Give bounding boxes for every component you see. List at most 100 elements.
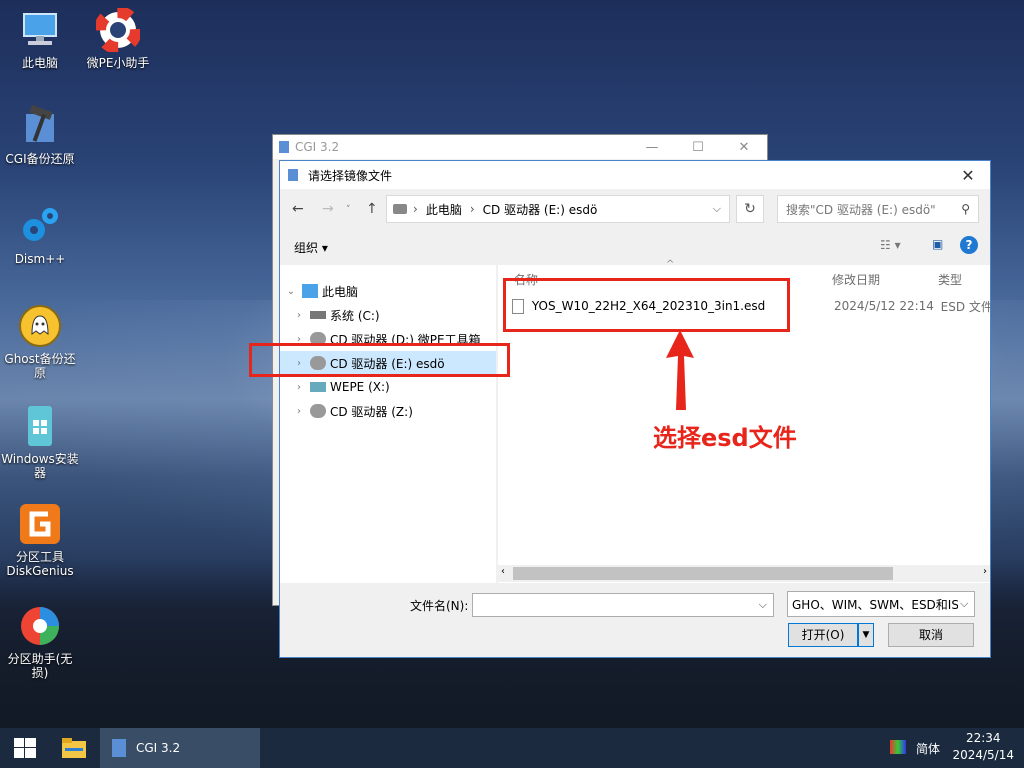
clock-time: 22:34 (965, 731, 1001, 745)
cgi-hammer-icon (26, 104, 54, 142)
tree-item-label: WEPE (X:) (330, 380, 390, 394)
filename-dropdown-icon[interactable]: ⌵ (759, 598, 767, 612)
tray-clock[interactable]: 22:34 2024/5/14 (952, 730, 1014, 764)
column-header-modified[interactable]: 修改日期 (832, 271, 880, 288)
tree-item-label: 此电脑 (322, 284, 359, 299)
navigation-bar: ← → ˅ ↑ › 此电脑 › CD 驱动器 (E:) esdö ⌵ ↻ 搜索"… (280, 191, 990, 227)
organize-menu[interactable]: 组织 ▾ (294, 239, 328, 256)
open-button[interactable]: 打开(O) (788, 623, 858, 647)
desktop-icon-label: Ghost备份还原 (4, 352, 76, 380)
close-button[interactable]: ✕ (721, 140, 767, 155)
cd-drive-icon (310, 404, 326, 418)
cd-drive-icon (393, 204, 407, 214)
annotation-arrow (666, 330, 694, 410)
navigation-tree: ⌄ 此电脑 › 系统 (C:) › CD 驱动器 (D:) 微PE工具箱 › C… (280, 265, 496, 583)
organize-label: 组织 (294, 241, 319, 255)
desktop-icon-partition-assistant[interactable]: 分区助手(无损) (0, 604, 80, 680)
dialog-app-icon (288, 169, 298, 181)
drive-icon (310, 311, 326, 319)
minimize-button[interactable]: — (629, 140, 675, 155)
annotation-text: 选择esd文件 (653, 424, 797, 452)
ime-indicator[interactable]: 简体 (916, 740, 940, 757)
tree-item-drive-z[interactable]: › CD 驱动器 (Z:) (280, 399, 496, 423)
help-icon[interactable]: ? (960, 236, 978, 254)
tree-item-drive-x[interactable]: › WEPE (X:) (280, 375, 496, 399)
dialog-title: 请选择镜像文件 (308, 168, 393, 183)
desktop-icon-cgi[interactable]: CGI备份还原 (0, 104, 80, 166)
breadcrumb-item[interactable]: 此电脑 (426, 201, 462, 218)
desktop-icon-label: 分区工具DiskGenius (6, 550, 74, 578)
dialog-bottom-panel: 文件名(N): ⌵ GHO、WIM、SWM、ESD和ISO ⌵ 打开(O) ▼ … (280, 585, 990, 657)
desktop-icon-pe-helper[interactable]: 微PE小助手 (78, 8, 158, 70)
search-icon: ⚲ (961, 202, 970, 216)
desktop-icon-windows-installer[interactable]: Windows安装器 (0, 404, 80, 480)
maximize-button[interactable]: ☐ (675, 140, 721, 155)
open-dropdown-icon[interactable]: ▼ (858, 623, 874, 647)
view-options-icon[interactable]: ☷ ▾ (880, 238, 901, 252)
cgi-window-titlebar[interactable]: CGI 3.2 — ☐ ✕ (273, 135, 767, 159)
taskbar-app-cgi[interactable]: CGI 3.2 (100, 728, 260, 768)
dialog-toolbar: 组织 ▾ ☷ ▾ ▣ ? (280, 233, 990, 261)
partition-assistant-icon (21, 607, 59, 645)
windows-start-icon[interactable] (14, 738, 36, 758)
filename-field[interactable]: ⌵ (472, 593, 774, 617)
desktop-icon-label: CGI备份还原 (5, 152, 75, 166)
desktop-icon-label: Dism++ (14, 252, 66, 266)
scrollbar-thumb[interactable] (513, 567, 893, 580)
breadcrumb-chevron-icon[interactable]: › (413, 202, 418, 216)
scroll-right-icon[interactable]: › (983, 566, 987, 577)
windows-installer-icon (28, 406, 52, 446)
taskbar-app-label: CGI 3.2 (136, 741, 181, 755)
filename-label: 文件名(N): (410, 599, 469, 613)
file-highlight-box (503, 278, 790, 332)
tree-item-label: 系统 (C:) (330, 308, 380, 323)
filetype-select[interactable]: GHO、WIM、SWM、ESD和ISO ⌵ (787, 591, 975, 617)
color-tray-icon[interactable] (890, 740, 906, 754)
cancel-button-label: 取消 (918, 628, 943, 642)
expanded-chevron-icon[interactable]: ⌄ (284, 286, 298, 297)
desktop-icon-label: 微PE小助手 (86, 56, 150, 70)
file-type: ESD 文件 (940, 299, 990, 314)
cancel-button[interactable]: 取消 (888, 623, 974, 647)
desktop-icon-label: 分区助手(无损) (7, 652, 73, 680)
tree-item-label: CD 驱动器 (Z:) (330, 404, 413, 419)
preview-pane-icon[interactable]: ▣ (932, 237, 943, 251)
diskgenius-icon (20, 504, 60, 544)
breadcrumb-chevron-icon[interactable]: › (470, 202, 475, 216)
scroll-left-icon[interactable]: ‹ (501, 566, 505, 577)
collapsed-chevron-icon[interactable]: › (292, 382, 306, 393)
desktop-icon-ghost[interactable]: Ghost备份还原 (0, 304, 80, 380)
search-placeholder: 搜索"CD 驱动器 (E:) esdö" (786, 202, 936, 217)
column-header-type[interactable]: 类型 (938, 271, 962, 288)
computer-icon (302, 284, 318, 298)
cgi-app-icon (279, 141, 289, 153)
address-dropdown-icon[interactable]: ⌵ (713, 202, 721, 216)
up-arrow-icon[interactable]: ↑ (366, 201, 378, 217)
open-file-dialog[interactable]: 请选择镜像文件 ✕ ← → ˅ ↑ › 此电脑 › CD 驱动器 (E:) es… (279, 160, 991, 658)
filetype-dropdown-icon[interactable]: ⌵ (960, 597, 968, 611)
clock-date: 2024/5/14 (952, 748, 1014, 762)
address-bar[interactable]: › 此电脑 › CD 驱动器 (E:) esdö ⌵ (386, 195, 730, 223)
file-explorer-icon[interactable] (62, 738, 86, 758)
file-modified: 2024/5/12 22:14 (834, 299, 934, 313)
breadcrumb-item[interactable]: CD 驱动器 (E:) esdö (483, 201, 598, 218)
desktop-icon-diskgenius[interactable]: 分区工具DiskGenius (0, 502, 80, 578)
dialog-close-button[interactable]: ✕ (946, 166, 990, 185)
tree-item-this-pc[interactable]: ⌄ 此电脑 (280, 279, 496, 303)
back-arrow-icon[interactable]: ← (292, 201, 304, 217)
forward-arrow-icon[interactable]: → (322, 201, 334, 217)
collapsed-chevron-icon[interactable]: › (292, 406, 306, 417)
collapsed-chevron-icon[interactable]: › (292, 310, 306, 321)
desktop-icon-label: 此电脑 (21, 56, 58, 70)
tree-highlight-box (249, 343, 510, 377)
ghost-icon (19, 305, 61, 347)
recent-locations-chevron-icon[interactable]: ˅ (346, 205, 351, 215)
search-input[interactable]: 搜索"CD 驱动器 (E:) esdö" ⚲ (777, 195, 979, 223)
desktop-icon-dism[interactable]: Dism++ (0, 204, 80, 266)
desktop-icon-label: Windows安装器 (1, 452, 79, 480)
horizontal-scrollbar[interactable]: ‹ › (498, 565, 990, 582)
desktop-icon-this-pc[interactable]: 此电脑 (0, 8, 80, 70)
tree-item-drive-c[interactable]: › 系统 (C:) (280, 303, 496, 327)
refresh-button[interactable]: ↻ (736, 195, 764, 223)
dialog-titlebar[interactable]: 请选择镜像文件 ✕ (280, 161, 990, 189)
